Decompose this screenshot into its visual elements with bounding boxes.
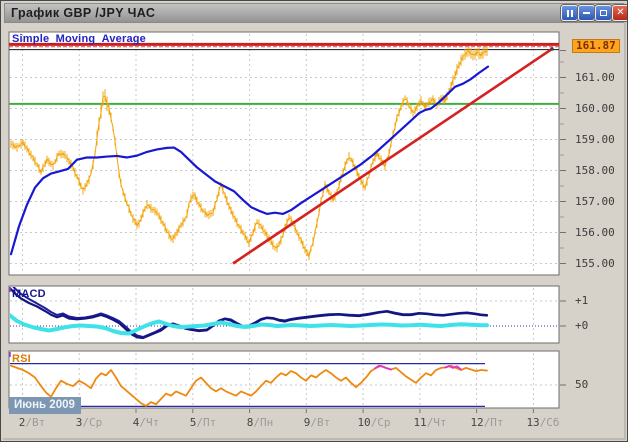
- rsi-indicator-label: RSI: [12, 353, 31, 365]
- price-tick: 160.00: [575, 102, 615, 115]
- price-tick: 159.00: [575, 133, 615, 146]
- day-label: 10/Ср: [357, 416, 390, 429]
- macd-indicator-label: MACD: [12, 288, 46, 300]
- rsi-axis-tick: 50: [575, 378, 588, 391]
- day-label: 3/Ср: [76, 416, 103, 429]
- macd-axis-tick: +0: [575, 319, 588, 332]
- day-label: 4/Чт: [133, 416, 160, 429]
- day-label: 12/Пт: [470, 416, 503, 429]
- price-tick: 157.00: [575, 195, 615, 208]
- chart-window: График GBP /JPY ЧАС ✕ Simple_Moving_Aver…: [0, 0, 628, 442]
- month-badge: Июнь 2009: [9, 397, 81, 414]
- sma-indicator-label: Simple_Moving_Average: [12, 33, 146, 45]
- day-label: 8/Пн: [247, 416, 274, 429]
- price-tick: 156.00: [575, 226, 615, 239]
- macd-axis-tick: +1: [575, 294, 588, 307]
- current-price-badge: 161.87: [572, 39, 620, 53]
- day-label: 13/Сб: [526, 416, 559, 429]
- day-label: 11/Чт: [413, 416, 446, 429]
- day-label: 5/Пт: [190, 416, 217, 429]
- chart-canvas[interactable]: Simple_Moving_Average MACD RSI 161.87 16…: [1, 1, 628, 442]
- price-tick: 158.00: [575, 164, 615, 177]
- day-label: 2/Вт: [19, 416, 46, 429]
- price-tick: 155.00: [575, 257, 615, 270]
- chart-plot: [1, 1, 628, 442]
- day-label: 9/Вт: [304, 416, 331, 429]
- price-tick: 161.00: [575, 71, 615, 84]
